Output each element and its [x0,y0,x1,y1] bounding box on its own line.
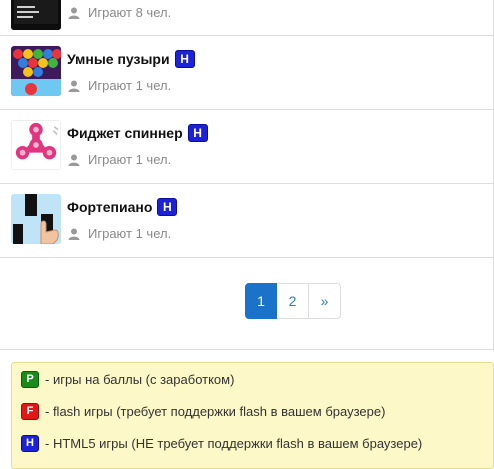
game-list-item[interactable]: Фиджет спиннер H Играют 1 чел. [0,110,494,184]
legend-box: P - игры на баллы (с заработком) F - fla… [11,362,494,469]
piano-tiles-thumbnail-icon[interactable] [11,194,61,244]
players-count: Играют 1 чел. [68,152,171,167]
game-list-panel: Играют 8 чел. Умные пузыри H Играют 1 че [0,0,494,469]
html5-badge: H [187,124,208,142]
players-text: Играют 1 чел. [88,152,172,167]
players-count: Играют 1 чел. [68,226,171,241]
legend-points-text: - игры на баллы (с заработком) [45,372,235,387]
user-icon [68,154,80,166]
user-icon [68,80,80,92]
html5-badge: H [157,198,178,216]
points-badge-icon: P [21,371,39,388]
players-text: Играют 1 чел. [88,226,172,241]
bubbles-thumbnail-icon[interactable] [11,46,61,96]
legend-flash-text: - flash игры (требует поддержки flash в … [45,404,386,419]
html5-legend-badge-icon: H [21,435,39,452]
game-title[interactable]: Фортепиано H [67,198,178,216]
flash-badge-icon: F [21,403,39,420]
game-list-item[interactable]: Умные пузыри H Играют 1 чел. [0,36,494,110]
legend-points: P - игры на баллы (с заработком) [21,371,234,388]
players-text: Играют 1 чел. [88,78,172,93]
user-icon [68,228,80,240]
legend-html5-text: - HTML5 игры (НЕ требует поддержки flash… [45,436,423,451]
legend-flash: F - flash игры (требует поддержки flash … [21,403,385,420]
page-1-button[interactable]: 1 [245,283,277,319]
game-title-text[interactable]: Фиджет спиннер [67,125,183,141]
game-title[interactable]: Умные пузыри H [67,50,195,68]
legend-html5: H - HTML5 игры (НЕ требует поддержки fla… [21,435,422,452]
game-list-item[interactable]: Играют 8 чел. [0,0,494,36]
game-title-text[interactable]: Умные пузыри [67,51,170,67]
dark-game-thumbnail-icon[interactable] [11,0,61,30]
html5-badge: H [174,50,195,68]
pagination: 1 2 » [245,283,341,319]
players-count: Играют 8 чел. [68,5,171,20]
players-count: Играют 1 чел. [68,78,171,93]
game-list-item[interactable]: Фортепиано H Играют 1 чел. [0,184,494,258]
page-2-button[interactable]: 2 [277,283,309,319]
game-title[interactable]: Фиджет спиннер H [67,124,208,142]
user-icon [68,7,80,19]
players-text: Играют 8 чел. [88,5,172,20]
fidget-spinner-thumbnail-icon[interactable] [11,120,61,170]
game-title-text[interactable]: Фортепиано [67,199,152,215]
next-page-button[interactable]: » [309,283,341,319]
